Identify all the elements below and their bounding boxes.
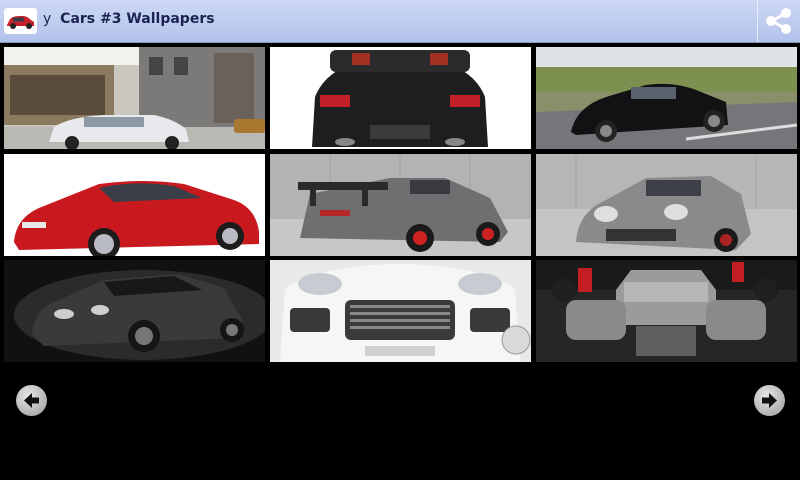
tile-white-suv-front[interactable] (270, 260, 531, 362)
action-bar: y Cars #3 Wallpapers (0, 0, 800, 43)
tile-turbo-engine[interactable] (536, 260, 797, 362)
tile-grey-sports-car-front[interactable] (536, 154, 797, 256)
app-title-prefix: y (43, 11, 52, 27)
share-button[interactable] (758, 0, 800, 42)
tile-red-coupe[interactable] (4, 154, 265, 256)
wallpaper-grid (4, 47, 797, 364)
app-icon[interactable] (4, 8, 37, 34)
app-title-text: Cars #3 Wallpapers (60, 11, 215, 27)
next-page-button[interactable] (754, 385, 785, 416)
tile-grey-sports-car-wing[interactable] (270, 154, 531, 256)
arrow-right-icon (762, 393, 777, 408)
tile-black-coupe-road[interactable] (536, 47, 797, 149)
share-icon (766, 8, 791, 34)
tile-white-hatchback-street[interactable] (4, 47, 265, 149)
arrow-left-icon (24, 393, 39, 408)
app-title: y Cars #3 Wallpapers (43, 11, 215, 27)
prev-page-button[interactable] (16, 385, 47, 416)
tile-black-convertible-rear[interactable] (270, 47, 531, 149)
tile-dark-sports-car-studio[interactable] (4, 260, 265, 362)
